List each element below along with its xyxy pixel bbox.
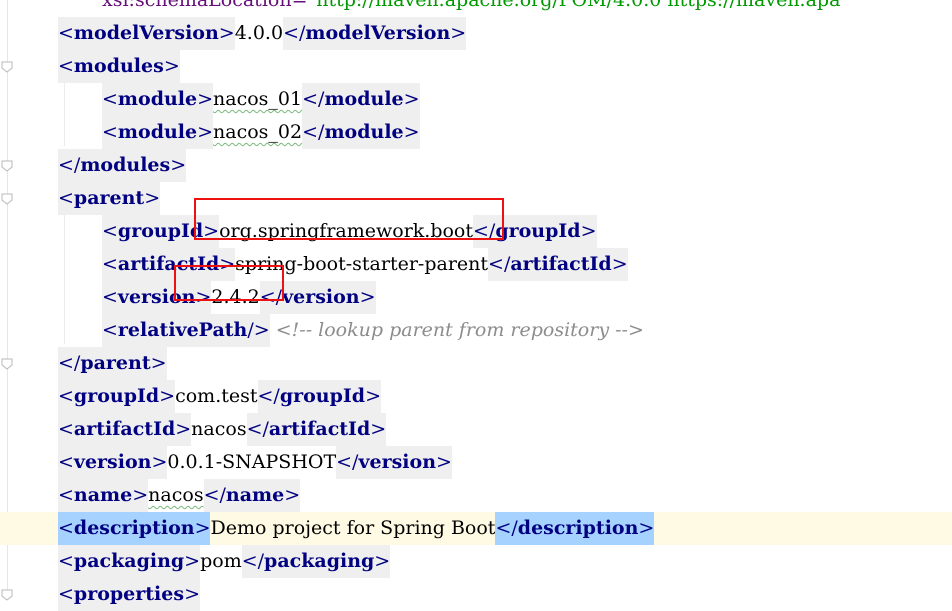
xml-tag-name: version bbox=[282, 286, 360, 308]
xml-tag-close: </module> bbox=[302, 116, 420, 149]
xml-tag-name: module bbox=[324, 88, 404, 110]
xml-tag-close: </name> bbox=[203, 479, 301, 512]
xml-tag-close: </packaging> bbox=[241, 545, 391, 578]
fold-marker-icon[interactable] bbox=[1, 160, 13, 172]
xml-tag-name: packaging bbox=[264, 550, 375, 572]
code-line[interactable]: <modelVersion>4.0.0</modelVersion> bbox=[58, 17, 467, 50]
indent-guide-modules bbox=[64, 80, 65, 146]
code-line[interactable]: <relativePath/> <!-- lookup parent from … bbox=[102, 314, 644, 347]
xml-tag-open: <artifactId> bbox=[58, 413, 192, 446]
xml-tag-name: module bbox=[324, 121, 404, 143]
xml-tag-close: </version> bbox=[336, 446, 452, 479]
code-line[interactable]: <packaging>pom</packaging> bbox=[58, 545, 391, 578]
xml-text-value: com.test bbox=[175, 385, 258, 407]
xml-tag-name: name bbox=[225, 484, 285, 506]
xml-text-value: nacos bbox=[148, 484, 204, 506]
xml-tag-close: </artifactId> bbox=[488, 248, 628, 281]
xml-tag-close: </modelVersion> bbox=[283, 17, 467, 50]
code-line[interactable]: <module>nacos_02</module> bbox=[102, 116, 420, 149]
xml-tag-name: modelVersion bbox=[73, 22, 219, 44]
groupid-value-red-box bbox=[194, 198, 504, 240]
xml-tag-name: description bbox=[517, 517, 639, 539]
xml-text-value: Demo project for Spring Boot bbox=[210, 517, 496, 539]
xml-tag-open: <module> bbox=[102, 116, 214, 149]
xml-text-value: 4.0.0 bbox=[234, 22, 284, 44]
xml-tag-name: module bbox=[117, 121, 198, 143]
code-line[interactable]: </modules> bbox=[58, 149, 187, 182]
xml-tag-name: modelVersion bbox=[305, 22, 451, 44]
indent-guide-parent bbox=[64, 212, 65, 344]
xml-tag-name: groupId bbox=[495, 220, 581, 242]
xml-tag-close: </parent> bbox=[58, 347, 167, 380]
xml-tag-open: <version> bbox=[58, 446, 168, 479]
xml-tag-open: <name> bbox=[58, 479, 149, 512]
xml-tag-open: <description> bbox=[58, 512, 211, 545]
xml-tag-name: groupId bbox=[117, 220, 204, 242]
code-line[interactable]: xsi:schemaLocation="http://maven.apache.… bbox=[102, 0, 840, 17]
xml-tag-name: artifactId bbox=[510, 253, 612, 275]
xml-tag-name: module bbox=[117, 88, 198, 110]
code-line[interactable]: </parent> bbox=[58, 347, 167, 380]
xml-tag-open: <module> bbox=[102, 83, 214, 116]
xml-tag-open: <properties> bbox=[58, 578, 200, 611]
code-line[interactable]: <parent> bbox=[58, 182, 161, 215]
fold-marker-icon[interactable] bbox=[1, 61, 13, 73]
xml-tag-close: </description> bbox=[495, 512, 655, 545]
code-line[interactable]: <properties> bbox=[58, 578, 200, 611]
xml-tag-open: <groupId> bbox=[58, 380, 176, 413]
xml-comment: <!-- lookup parent from repository --> bbox=[275, 319, 644, 341]
fold-marker-icon[interactable] bbox=[1, 193, 13, 205]
xml-tag-name: packaging bbox=[73, 550, 185, 572]
xml-tag-close: </artifactId> bbox=[246, 413, 387, 446]
xml-tag-name: artifactId bbox=[73, 418, 176, 440]
xml-tag-name: version bbox=[358, 451, 437, 473]
xml-tag-name: modules bbox=[73, 55, 164, 77]
xml-tag-name: parent bbox=[73, 187, 145, 209]
xml-tag-name: name bbox=[73, 484, 133, 506]
xml-text-value: xsi:schemaLocation= bbox=[102, 0, 308, 11]
code-line[interactable]: <name>nacos</name> bbox=[58, 479, 301, 512]
code-line[interactable]: <version>0.0.1-SNAPSHOT</version> bbox=[58, 446, 452, 479]
xml-text-value: nacos bbox=[191, 418, 247, 440]
code-line[interactable]: <description>Demo project for Spring Boo… bbox=[0, 512, 952, 545]
xml-tag-name: properties bbox=[73, 583, 185, 605]
xml-tag-name: relativePath bbox=[117, 319, 248, 341]
xml-tag-open: <modules> bbox=[58, 50, 180, 83]
xml-tag-name: version bbox=[73, 451, 152, 473]
xml-tag-name: groupId bbox=[279, 385, 366, 407]
xml-tag-name: description bbox=[73, 517, 195, 539]
fold-marker-icon[interactable] bbox=[1, 358, 13, 370]
xml-tag-open: <parent> bbox=[58, 182, 161, 215]
xml-tag-self: <relativePath/> bbox=[102, 314, 270, 347]
version-value-red-box bbox=[174, 265, 284, 301]
code-editor[interactable]: xsi:schemaLocation="http://maven.apache.… bbox=[0, 0, 952, 611]
xml-tag-close: </modules> bbox=[58, 149, 187, 182]
xml-text-value: nacos_02 bbox=[213, 121, 303, 143]
xml-text-value: 0.0.1-SNAPSHOT bbox=[167, 451, 337, 473]
xml-tag-name: artifactId bbox=[268, 418, 371, 440]
xml-tag-name: parent bbox=[80, 352, 151, 374]
code-line[interactable]: <module>nacos_01</module> bbox=[102, 83, 420, 116]
xml-tag-open: <modelVersion> bbox=[58, 17, 235, 50]
code-line[interactable]: <groupId>com.test</groupId> bbox=[58, 380, 381, 413]
xml-tag-open: <packaging> bbox=[58, 545, 201, 578]
xml-tag-name: groupId bbox=[73, 385, 160, 407]
xml-text-value: pom bbox=[200, 550, 242, 572]
xml-tag-close: </groupId> bbox=[257, 380, 381, 413]
xml-tag-close: </module> bbox=[302, 83, 420, 116]
editor-gutter bbox=[7, 0, 8, 591]
xml-text-value: nacos_01 bbox=[213, 88, 303, 110]
xml-text-value: "http://maven.apache.org/POM/4.0.0 https… bbox=[307, 0, 841, 11]
xml-tag-name: modules bbox=[80, 154, 171, 176]
code-line[interactable]: <artifactId>nacos</artifactId> bbox=[58, 413, 387, 446]
code-line[interactable]: <modules> bbox=[58, 50, 180, 83]
